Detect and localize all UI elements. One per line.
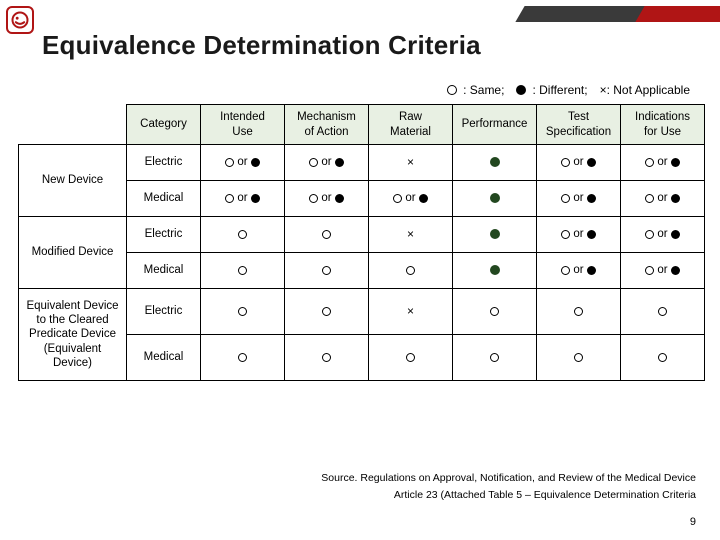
- value-cell: [453, 289, 537, 335]
- table-row: Equivalent Device to the Cleared Predica…: [19, 289, 705, 335]
- value-cell: [285, 217, 369, 253]
- value-cell: or: [537, 181, 621, 217]
- value-cell: or: [621, 145, 705, 181]
- value-cell: [201, 289, 285, 335]
- value-cell: [621, 289, 705, 335]
- value-cell: [453, 181, 537, 217]
- header-accent: [520, 6, 720, 22]
- table-row: Modified DeviceElectric× or or: [19, 217, 705, 253]
- value-cell: [201, 335, 285, 381]
- page-number: 9: [690, 516, 696, 528]
- value-cell: [453, 217, 537, 253]
- col-raw-material: RawMaterial: [369, 105, 453, 145]
- value-cell: or: [285, 145, 369, 181]
- value-cell: or: [537, 145, 621, 181]
- category-cell: Medical: [127, 335, 201, 381]
- legend: : Same; : Different; ×: Not Applicable: [447, 83, 690, 97]
- value-cell: [285, 289, 369, 335]
- value-cell: [201, 253, 285, 289]
- value-cell: [285, 253, 369, 289]
- value-cell: or: [621, 181, 705, 217]
- value-cell: or: [369, 181, 453, 217]
- value-cell: [453, 335, 537, 381]
- value-cell: or: [621, 253, 705, 289]
- col-performance: Performance: [453, 105, 537, 145]
- table-row: New DeviceElectric or or × or or: [19, 145, 705, 181]
- value-cell: or: [621, 217, 705, 253]
- value-cell: or: [285, 181, 369, 217]
- legend-different: : Different;: [532, 83, 587, 97]
- category-cell: Medical: [127, 181, 201, 217]
- value-cell: [285, 335, 369, 381]
- criteria-table: Category IntendedUse Mechanismof Action …: [18, 104, 705, 381]
- value-cell: or: [537, 253, 621, 289]
- col-indications: Indicationsfor Use: [621, 105, 705, 145]
- row-group-label: New Device: [19, 145, 127, 217]
- slide: Equivalence Determination Criteria : Sam…: [0, 0, 720, 540]
- col-category: Category: [127, 105, 201, 145]
- value-cell: [369, 335, 453, 381]
- value-cell: ×: [369, 145, 453, 181]
- row-group-label: Equivalent Device to the Cleared Predica…: [19, 289, 127, 381]
- col-mechanism: Mechanismof Action: [285, 105, 369, 145]
- col-test-spec: TestSpecification: [537, 105, 621, 145]
- value-cell: or: [537, 217, 621, 253]
- category-cell: Electric: [127, 145, 201, 181]
- category-cell: Electric: [127, 289, 201, 335]
- filled-circle-icon: [516, 85, 526, 95]
- value-cell: [453, 145, 537, 181]
- value-cell: [621, 335, 705, 381]
- source-note: Source. Regulations on Approval, Notific…: [321, 470, 696, 504]
- value-cell: ×: [369, 289, 453, 335]
- source-line-2: Article 23 (Attached Table 5 – Equivalen…: [321, 487, 696, 504]
- category-cell: Medical: [127, 253, 201, 289]
- category-cell: Electric: [127, 217, 201, 253]
- row-group-label: Modified Device: [19, 217, 127, 289]
- value-cell: [453, 253, 537, 289]
- source-line-1: Source. Regulations on Approval, Notific…: [321, 470, 696, 487]
- value-cell: [369, 253, 453, 289]
- value-cell: [537, 335, 621, 381]
- value-cell: or: [201, 145, 285, 181]
- accent-dark: [515, 6, 644, 22]
- value-cell: [201, 217, 285, 253]
- col-intended-use: IntendedUse: [201, 105, 285, 145]
- value-cell: or: [201, 181, 285, 217]
- legend-same: : Same;: [463, 83, 504, 97]
- page-title: Equivalence Determination Criteria: [42, 30, 481, 61]
- open-circle-icon: [447, 85, 457, 95]
- value-cell: ×: [369, 217, 453, 253]
- brand-logo-icon: [6, 6, 34, 34]
- value-cell: [537, 289, 621, 335]
- legend-na: ×: Not Applicable: [600, 83, 690, 97]
